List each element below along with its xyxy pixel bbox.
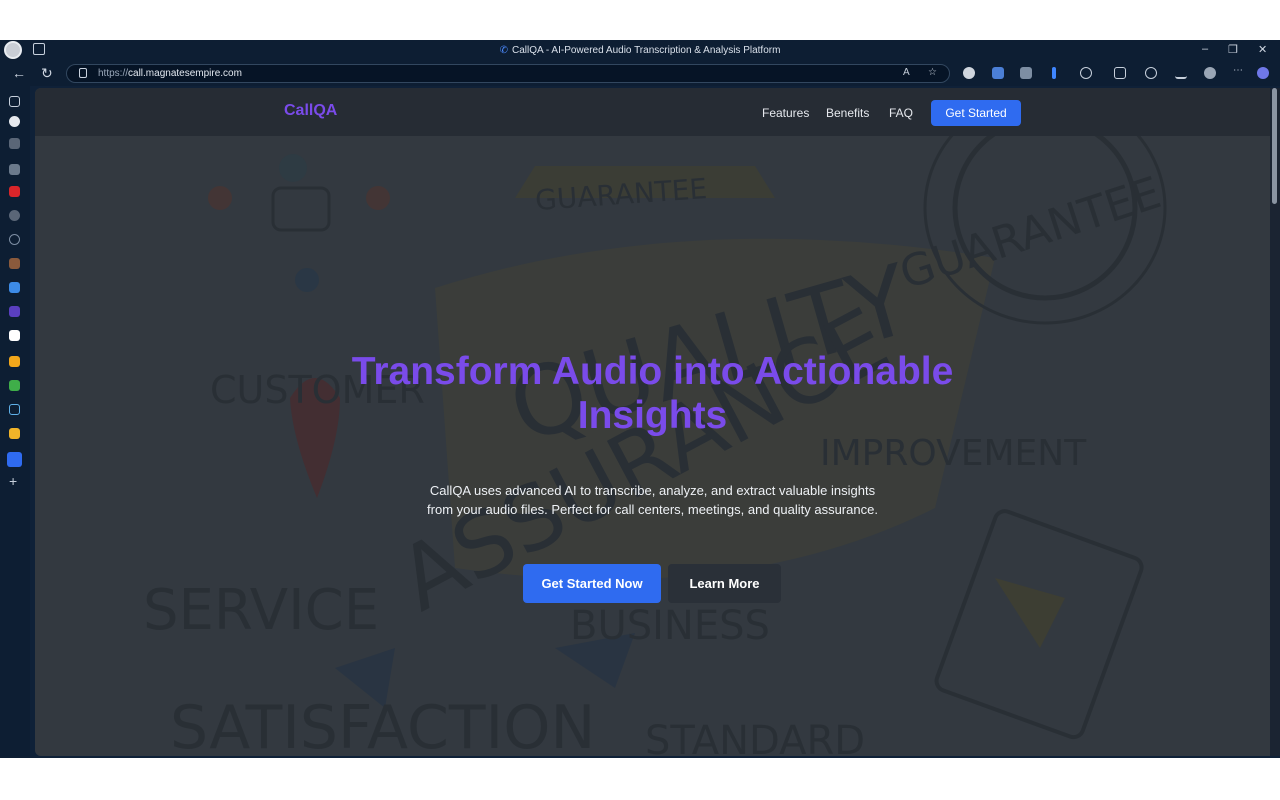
restore-button[interactable]: ❐ — [1228, 43, 1238, 56]
url-scheme: https:// — [98, 68, 129, 79]
lock-icon[interactable] — [79, 68, 87, 78]
sidebar-app-icon[interactable] — [9, 306, 20, 317]
get-started-now-button[interactable]: Get Started Now — [523, 564, 661, 603]
sidebar-app-icon[interactable] — [7, 452, 22, 467]
hero-title-line-1: Transform Audio into Actionable — [351, 350, 954, 393]
back-button[interactable]: ← — [12, 65, 26, 81]
sidebar-panel-icon[interactable] — [9, 96, 20, 107]
sidebar-app-icon[interactable] — [9, 428, 20, 439]
performance-icon[interactable] — [1204, 67, 1216, 79]
settings-icon[interactable] — [1080, 67, 1092, 79]
minimize-button[interactable]: – — [1202, 43, 1208, 55]
sidebar-app-icon[interactable] — [9, 210, 20, 221]
nav-get-started-button[interactable]: Get Started — [931, 100, 1021, 126]
sidebar-app-icon[interactable] — [9, 330, 20, 341]
history-icon[interactable] — [1145, 67, 1157, 79]
sidebar-app-icon[interactable] — [9, 258, 20, 269]
favorite-star-icon[interactable]: ☆ — [928, 67, 937, 78]
sidebar-app-icon[interactable] — [9, 404, 20, 415]
extension-icon[interactable] — [992, 67, 1004, 79]
hero-title-line-2: Insights — [577, 394, 728, 437]
copilot-icon[interactable] — [1257, 67, 1269, 79]
sidebar-app-icon[interactable] — [9, 234, 20, 245]
sidebar-app-icon[interactable] — [9, 138, 20, 149]
close-button[interactable]: ✕ — [1258, 43, 1267, 56]
phone-extension-icon[interactable] — [1052, 67, 1056, 79]
extension-icon[interactable] — [1020, 67, 1032, 79]
sidebar-app-icon[interactable] — [9, 164, 20, 175]
favorites-icon[interactable] — [1114, 67, 1126, 79]
sidebar-app-icon[interactable] — [9, 282, 20, 293]
address-bar[interactable]: https://call.magnatesempire.com A ☆ — [66, 64, 950, 83]
title-bar: ✆ CallQA - AI-Powered Audio Transcription… — [0, 40, 1280, 62]
browser-toolbar: ← ↻ https://call.magnatesempire.com A ☆ … — [0, 62, 1280, 86]
hero-title: Transform Audio into Actionable Insights — [235, 350, 1070, 438]
more-menu-icon[interactable]: ⋯ — [1233, 65, 1245, 77]
phone-favicon-icon: ✆ — [499, 45, 508, 56]
nav-benefits-link[interactable]: Benefits — [826, 106, 869, 120]
window-title: ✆ CallQA - AI-Powered Audio Transcription… — [0, 45, 1280, 56]
url-host: call.magnatesempire.com — [128, 68, 242, 79]
url-text[interactable]: https://call.magnatesempire.com — [98, 68, 242, 79]
refresh-button[interactable]: ↻ — [41, 65, 53, 82]
sidebar-app-icon[interactable] — [9, 356, 20, 367]
downloads-icon[interactable] — [1175, 67, 1187, 79]
brand-logo[interactable]: CallQA — [284, 102, 337, 120]
read-aloud-icon[interactable]: A — [903, 67, 910, 78]
sidebar-youtube-icon[interactable] — [9, 186, 20, 197]
browser-window: ✆ CallQA - AI-Powered Audio Transcription… — [0, 40, 1280, 758]
browser-sidebar: + — [0, 86, 30, 758]
extension-icon[interactable] — [963, 67, 975, 79]
sidebar-app-icon[interactable] — [9, 380, 20, 391]
page-viewport: CUSTOMER GUARANTEE GUARANTEE QUALITY ASS… — [35, 88, 1270, 756]
nav-features-link[interactable]: Features — [762, 106, 809, 120]
scrollbar-thumb[interactable] — [1272, 88, 1277, 204]
window-title-text: CallQA - AI-Powered Audio Transcription … — [511, 45, 781, 56]
hero-subtitle: CallQA uses advanced AI to transcribe, a… — [427, 483, 878, 517]
nav-faq-link[interactable]: FAQ — [889, 106, 913, 120]
learn-more-button[interactable]: Learn More — [668, 564, 781, 603]
page-scrollbar[interactable] — [1270, 88, 1280, 756]
sidebar-add-icon[interactable]: + — [9, 474, 20, 488]
site-navbar: CallQA Features Benefits FAQ Get Started — [35, 88, 1270, 136]
sidebar-app-icon[interactable] — [9, 116, 20, 127]
